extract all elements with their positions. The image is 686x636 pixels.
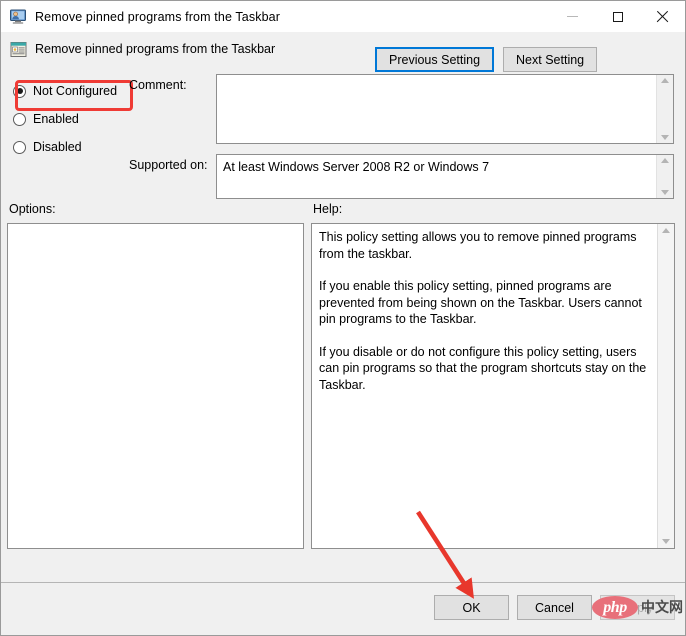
footer-buttons: OK Cancel Apply: [434, 595, 675, 620]
help-panel: This policy setting allows you to remove…: [311, 223, 675, 549]
cancel-button[interactable]: Cancel: [517, 595, 592, 620]
apply-button: Apply: [600, 595, 675, 620]
radio-indicator: [13, 84, 26, 98]
comment-label: Comment:: [129, 78, 187, 92]
help-text: This policy setting allows you to remove…: [312, 224, 657, 548]
dialog-footer: OK Cancel Apply: [1, 582, 685, 635]
maximize-icon: [612, 11, 623, 22]
options-label: Options:: [9, 202, 56, 216]
policy-setting-icon: [10, 41, 27, 58]
radio-indicator: [13, 140, 26, 154]
window-controls: [550, 1, 685, 32]
ok-button[interactable]: OK: [434, 595, 509, 620]
scroll-up-icon[interactable]: [661, 158, 669, 163]
help-paragraph: If you disable or do not configure this …: [319, 344, 647, 392]
window-title: Remove pinned programs from the Taskbar: [35, 9, 281, 24]
close-button[interactable]: [640, 1, 685, 32]
radio-disabled[interactable]: Disabled: [13, 133, 163, 161]
setting-title: Remove pinned programs from the Taskbar: [35, 42, 276, 56]
scroll-down-icon[interactable]: [662, 539, 670, 544]
radio-label: Not Configured: [33, 84, 118, 98]
options-content: [8, 224, 303, 548]
radio-label: Disabled: [33, 140, 82, 154]
scroll-up-icon[interactable]: [661, 78, 669, 83]
radio-enabled[interactable]: Enabled: [13, 105, 163, 133]
supported-on-label: Supported on:: [129, 158, 208, 172]
help-paragraph: This policy setting allows you to remove…: [319, 230, 637, 261]
comment-textbox[interactable]: [216, 74, 674, 144]
scroll-up-icon[interactable]: [662, 228, 670, 233]
radio-indicator: [13, 112, 26, 126]
supported-on-textbox: At least Windows Server 2008 R2 or Windo…: [216, 154, 674, 199]
policy-setting-dialog: Remove pinned programs from the Taskbar: [0, 0, 686, 636]
supported-on-scrollbar[interactable]: [656, 155, 673, 198]
state-and-comment-section: Not Configured Enabled Disabled Comment:…: [1, 66, 685, 200]
comment-scrollbar[interactable]: [656, 75, 673, 143]
options-help-section: Options: Help: This policy setting allow…: [1, 200, 685, 582]
help-paragraph: If you enable this policy setting, pinne…: [319, 279, 642, 326]
maximize-button[interactable]: [595, 1, 640, 32]
scroll-down-icon[interactable]: [661, 135, 669, 140]
comment-value[interactable]: [217, 75, 656, 143]
minimize-icon: [567, 16, 578, 17]
options-panel[interactable]: [7, 223, 304, 549]
supported-on-value: At least Windows Server 2008 R2 or Windo…: [223, 160, 490, 174]
minimize-button[interactable]: [550, 1, 595, 32]
title-bar: Remove pinned programs from the Taskbar: [1, 1, 685, 32]
help-label: Help:: [313, 202, 343, 216]
computer-user-icon: [9, 8, 27, 26]
help-scrollbar[interactable]: [657, 224, 674, 548]
radio-label: Enabled: [33, 112, 79, 126]
close-icon: [656, 10, 669, 23]
scroll-down-icon[interactable]: [661, 190, 669, 195]
